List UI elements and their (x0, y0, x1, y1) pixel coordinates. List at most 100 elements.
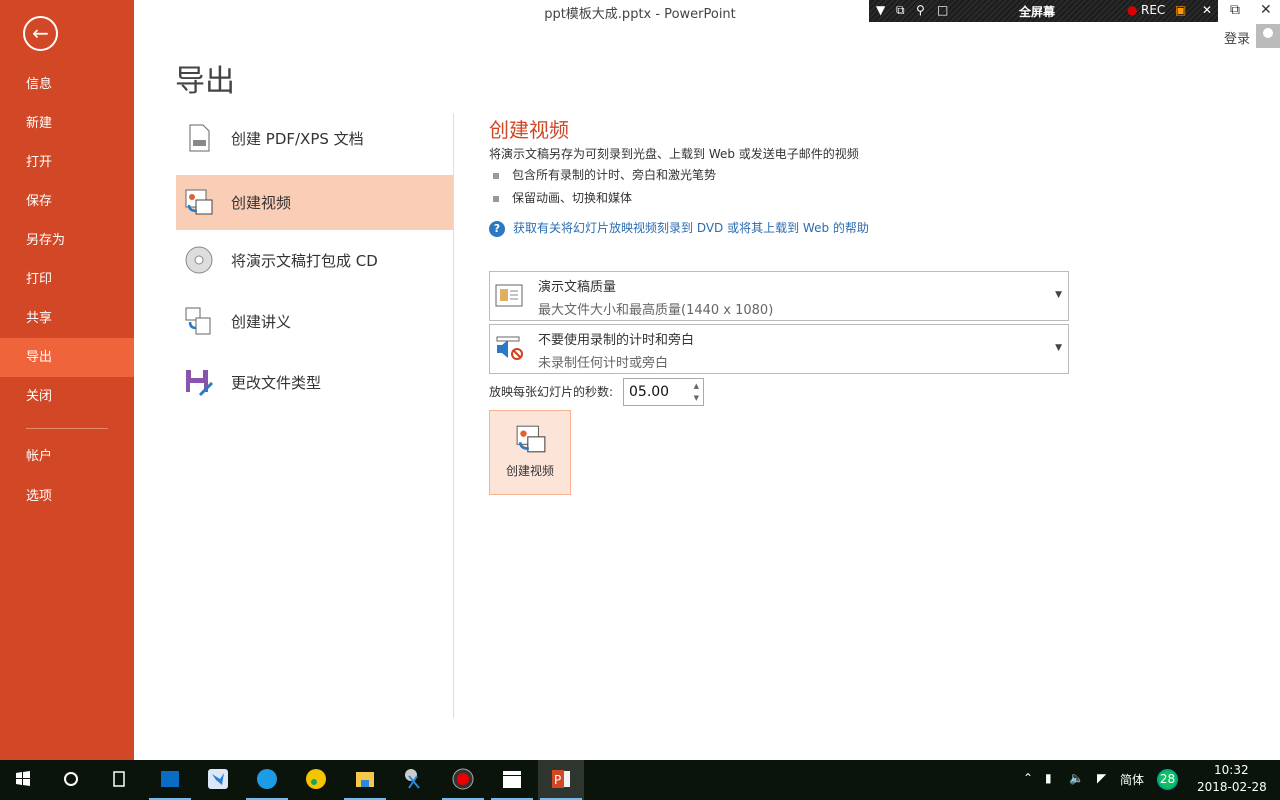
task-view-icon (113, 771, 125, 787)
sidebar-item-export[interactable]: 导出 (0, 338, 134, 377)
camera-icon[interactable]: ▣ (1175, 3, 1186, 17)
task-view-button[interactable] (96, 760, 142, 800)
chevron-down-icon: ▼ (1055, 290, 1062, 300)
seconds-spinner[interactable]: 05.00 ▲ ▼ (623, 378, 704, 406)
xunlei-app[interactable] (195, 760, 241, 800)
sidebar-item-info[interactable]: 信息 (0, 65, 134, 104)
export-option-video[interactable]: 创建视频 (176, 175, 453, 230)
browser-app[interactable] (244, 760, 290, 800)
sidebar-item-save[interactable]: 保存 (0, 182, 134, 221)
export-option-change-type[interactable]: 更改文件类型 (176, 355, 453, 410)
wifi-icon[interactable]: ◤ (1097, 771, 1106, 785)
quality-subtitle: 最大文件大小和最高质量(1440 x 1080) (538, 303, 774, 318)
pane-divider (453, 113, 454, 718)
screen-recorder-toolbar: ▼ ⧉ ⚲ □ 全屏幕 ● REC ▣ ✕ (869, 0, 1218, 22)
bird-icon (208, 769, 228, 789)
sidebar-item-options[interactable]: 选项 (0, 477, 134, 516)
browser-icon (257, 769, 277, 789)
file-explorer-app[interactable] (342, 760, 388, 800)
recorder-app[interactable] (440, 760, 486, 800)
create-video-button[interactable]: 创建视频 (489, 410, 571, 495)
page-title: 导出 (175, 64, 235, 99)
timing-dropdown[interactable]: 不要使用录制的计时和旁白 未录制任何计时或旁白 ▼ (489, 324, 1069, 374)
dropdown-icon[interactable]: ▼ (876, 3, 885, 17)
clapperboard-icon (503, 771, 521, 788)
music-icon (306, 769, 326, 789)
export-option-pdf[interactable]: 创建 PDF/XPS 文档 (176, 111, 453, 166)
chevron-up-icon[interactable]: ⌃ (1023, 771, 1033, 785)
quality-dropdown[interactable]: 演示文稿质量 最大文件大小和最高质量(1440 x 1080) ▼ (489, 271, 1069, 321)
volume-icon[interactable]: 🔈 (1069, 771, 1084, 785)
seconds-value[interactable]: 05.00 (629, 384, 669, 400)
spin-down-icon[interactable]: ▼ (694, 394, 699, 402)
clock-date[interactable]: 2018-02-28 (1197, 780, 1267, 794)
outlook-app[interactable] (147, 760, 193, 800)
battery-icon[interactable]: ▮ (1045, 771, 1052, 785)
cortana-button[interactable] (48, 760, 94, 800)
spin-up-icon[interactable]: ▲ (694, 382, 699, 390)
export-option-handouts[interactable]: 创建讲义 (176, 294, 453, 349)
bullet-item: 包含所有录制的计时、旁白和激光笔势 (493, 166, 716, 183)
fullscreen-mode[interactable]: 全屏幕 (1019, 3, 1055, 20)
sidebar-item-open[interactable]: 打开 (0, 143, 134, 182)
sidebar-item-save-as[interactable]: 另存为 (0, 221, 134, 260)
video-icon (516, 425, 546, 453)
presentation-quality-icon (495, 284, 523, 307)
backstage-sidebar: ← 信息 新建 打开 保存 另存为 打印 共享 导出 关闭 帐户 选项 (0, 0, 134, 760)
zoom-icon[interactable]: ⚲ (916, 3, 925, 17)
seconds-label: 放映每张幻灯片的秒数: (489, 385, 614, 399)
handouts-icon (185, 307, 211, 335)
bullet-text: 保留动画、切换和媒体 (512, 191, 633, 205)
export-option-label: 将演示文稿打包成 CD (231, 252, 378, 270)
save-file-type-icon (186, 370, 214, 397)
svg-text:P: P (554, 773, 561, 787)
help-link-text[interactable]: 获取有关将幻灯片放映视频刻录到 DVD 或将其上载到 Web 的帮助 (513, 221, 869, 235)
qqmusic-app[interactable] (293, 760, 339, 800)
help-link[interactable]: ? 获取有关将幻灯片放映视频刻录到 DVD 或将其上载到 Web 的帮助 (489, 219, 869, 237)
screenshot-app[interactable] (391, 760, 437, 800)
sidebar-item-print[interactable]: 打印 (0, 260, 134, 299)
ime-indicator[interactable]: 简体 (1120, 771, 1144, 788)
sidebar-divider (26, 428, 108, 429)
sidebar-item-close[interactable]: 关闭 (0, 377, 134, 416)
avatar[interactable] (1256, 24, 1280, 48)
no-narration-icon (496, 336, 523, 360)
bullet-text: 包含所有录制的计时、旁白和激光笔势 (512, 168, 717, 182)
folder-icon (356, 772, 374, 787)
recorder-close-icon[interactable]: ✕ (1202, 3, 1212, 17)
export-option-label: 创建视频 (231, 194, 292, 212)
restore-icon[interactable]: ⧉ (1230, 2, 1240, 18)
outlook-icon (161, 771, 179, 787)
powerpoint-icon: P (552, 770, 570, 788)
timing-subtitle: 未录制任何计时或旁白 (538, 356, 669, 371)
video-editor-app[interactable] (489, 760, 535, 800)
sign-in-link[interactable]: 登录 (1224, 28, 1250, 47)
quality-title: 演示文稿质量 (538, 280, 617, 295)
notification-badge[interactable]: 28 (1157, 769, 1178, 790)
window-icon[interactable]: ⧉ (896, 3, 905, 18)
timing-title: 不要使用录制的计时和旁白 (538, 333, 695, 348)
section-description: 将演示文稿另存为可刻录到光盘、上载到 Web 或发送电子邮件的视频 (489, 147, 859, 161)
pdf-document-icon (189, 124, 210, 152)
export-option-label: 创建讲义 (231, 313, 292, 331)
export-option-cd[interactable]: 将演示文稿打包成 CD (176, 233, 453, 288)
export-option-label: 更改文件类型 (231, 374, 322, 392)
bullet-item: 保留动画、切换和媒体 (493, 189, 632, 206)
region-icon[interactable]: □ (937, 3, 948, 17)
scissors-icon (405, 769, 420, 789)
export-option-label: 创建 PDF/XPS 文档 (231, 130, 364, 148)
powerpoint-app[interactable]: P (538, 760, 584, 800)
close-icon[interactable]: ✕ (1260, 2, 1272, 18)
search-circle-icon (64, 772, 78, 786)
sidebar-item-share[interactable]: 共享 (0, 299, 134, 338)
start-button[interactable] (0, 760, 46, 800)
rec-button[interactable]: REC (1141, 3, 1165, 17)
sidebar-item-account[interactable]: 帐户 (0, 437, 134, 476)
cd-icon (185, 246, 213, 274)
chevron-down-icon: ▼ (1055, 343, 1062, 353)
sidebar-item-new[interactable]: 新建 (0, 104, 134, 143)
help-icon: ? (489, 221, 505, 237)
video-icon (185, 189, 213, 215)
clock-time[interactable]: 10:32 (1214, 763, 1249, 777)
record-dot-icon: ● (1127, 3, 1138, 17)
